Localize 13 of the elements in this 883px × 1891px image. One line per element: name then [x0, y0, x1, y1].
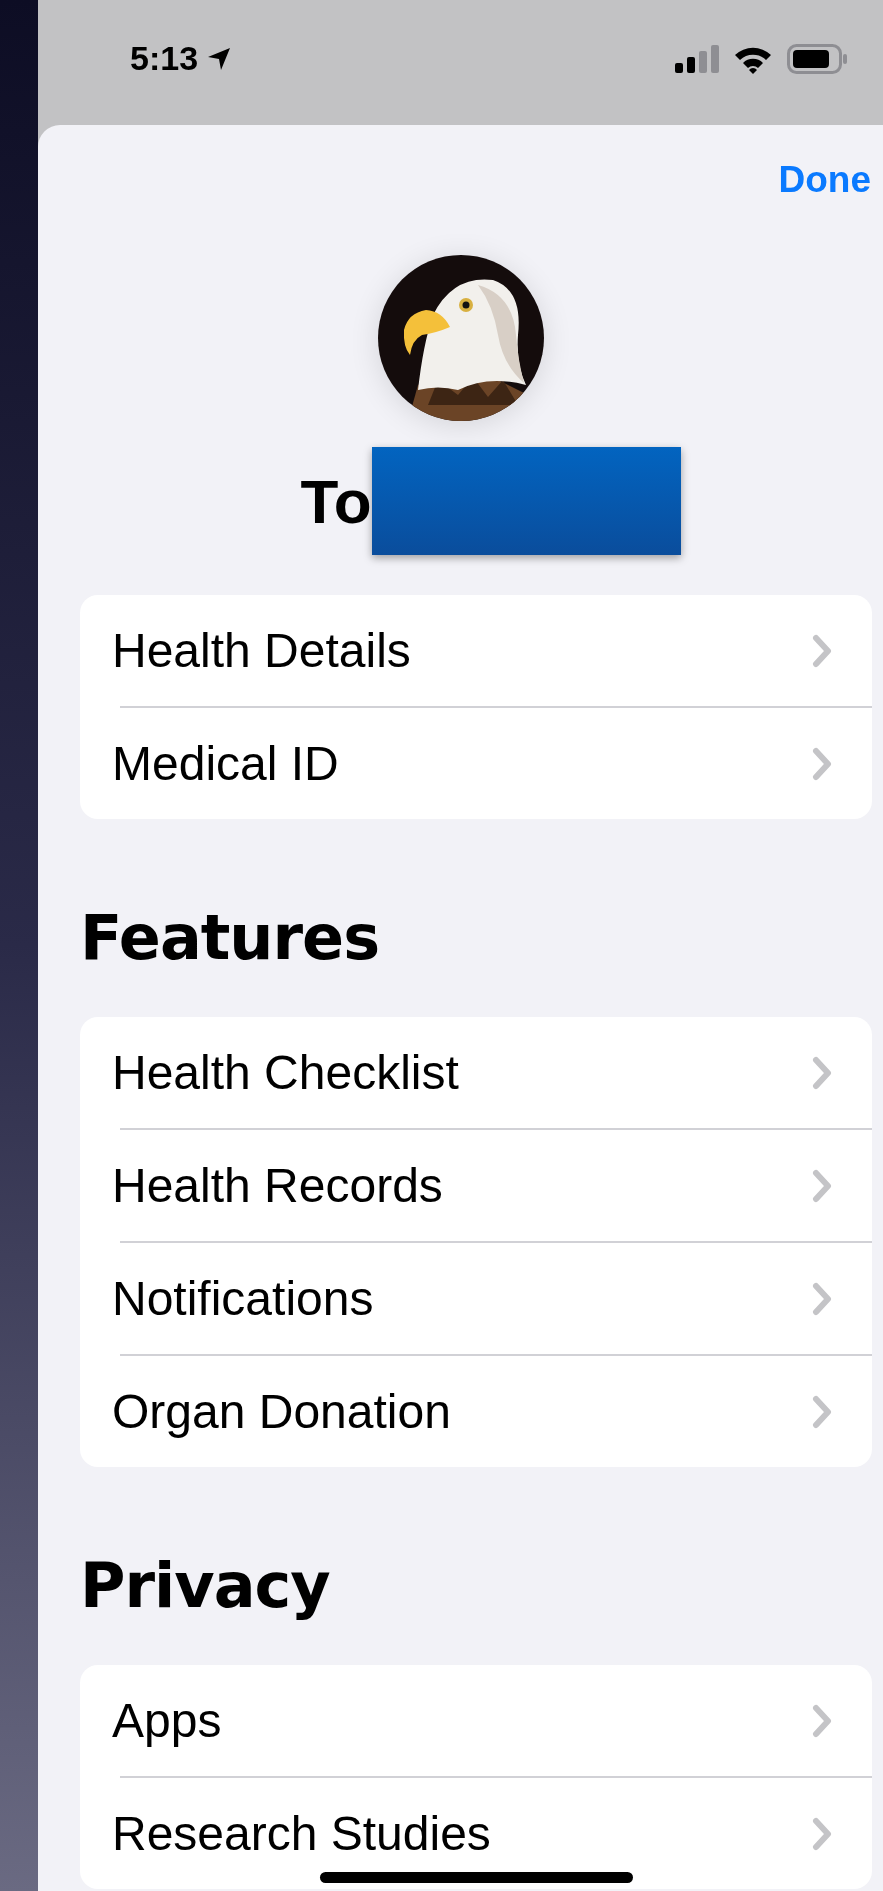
settings-row[interactable]: Medical ID: [80, 708, 872, 819]
done-button[interactable]: Done: [778, 159, 871, 201]
settings-row[interactable]: Health Details: [80, 595, 872, 706]
settings-row[interactable]: Organ Donation: [80, 1356, 872, 1467]
section-heading: Privacy: [80, 1549, 330, 1622]
settings-row[interactable]: Research Studies: [80, 1778, 872, 1889]
settings-row[interactable]: Health Checklist: [80, 1017, 872, 1128]
settings-row[interactable]: Notifications: [80, 1243, 872, 1354]
settings-row[interactable]: Apps: [80, 1665, 872, 1776]
status-time: 5:13: [130, 39, 199, 78]
settings-row[interactable]: Health Records: [80, 1130, 872, 1241]
profile-name: To: [300, 465, 372, 537]
section-heading: Features: [80, 901, 380, 974]
